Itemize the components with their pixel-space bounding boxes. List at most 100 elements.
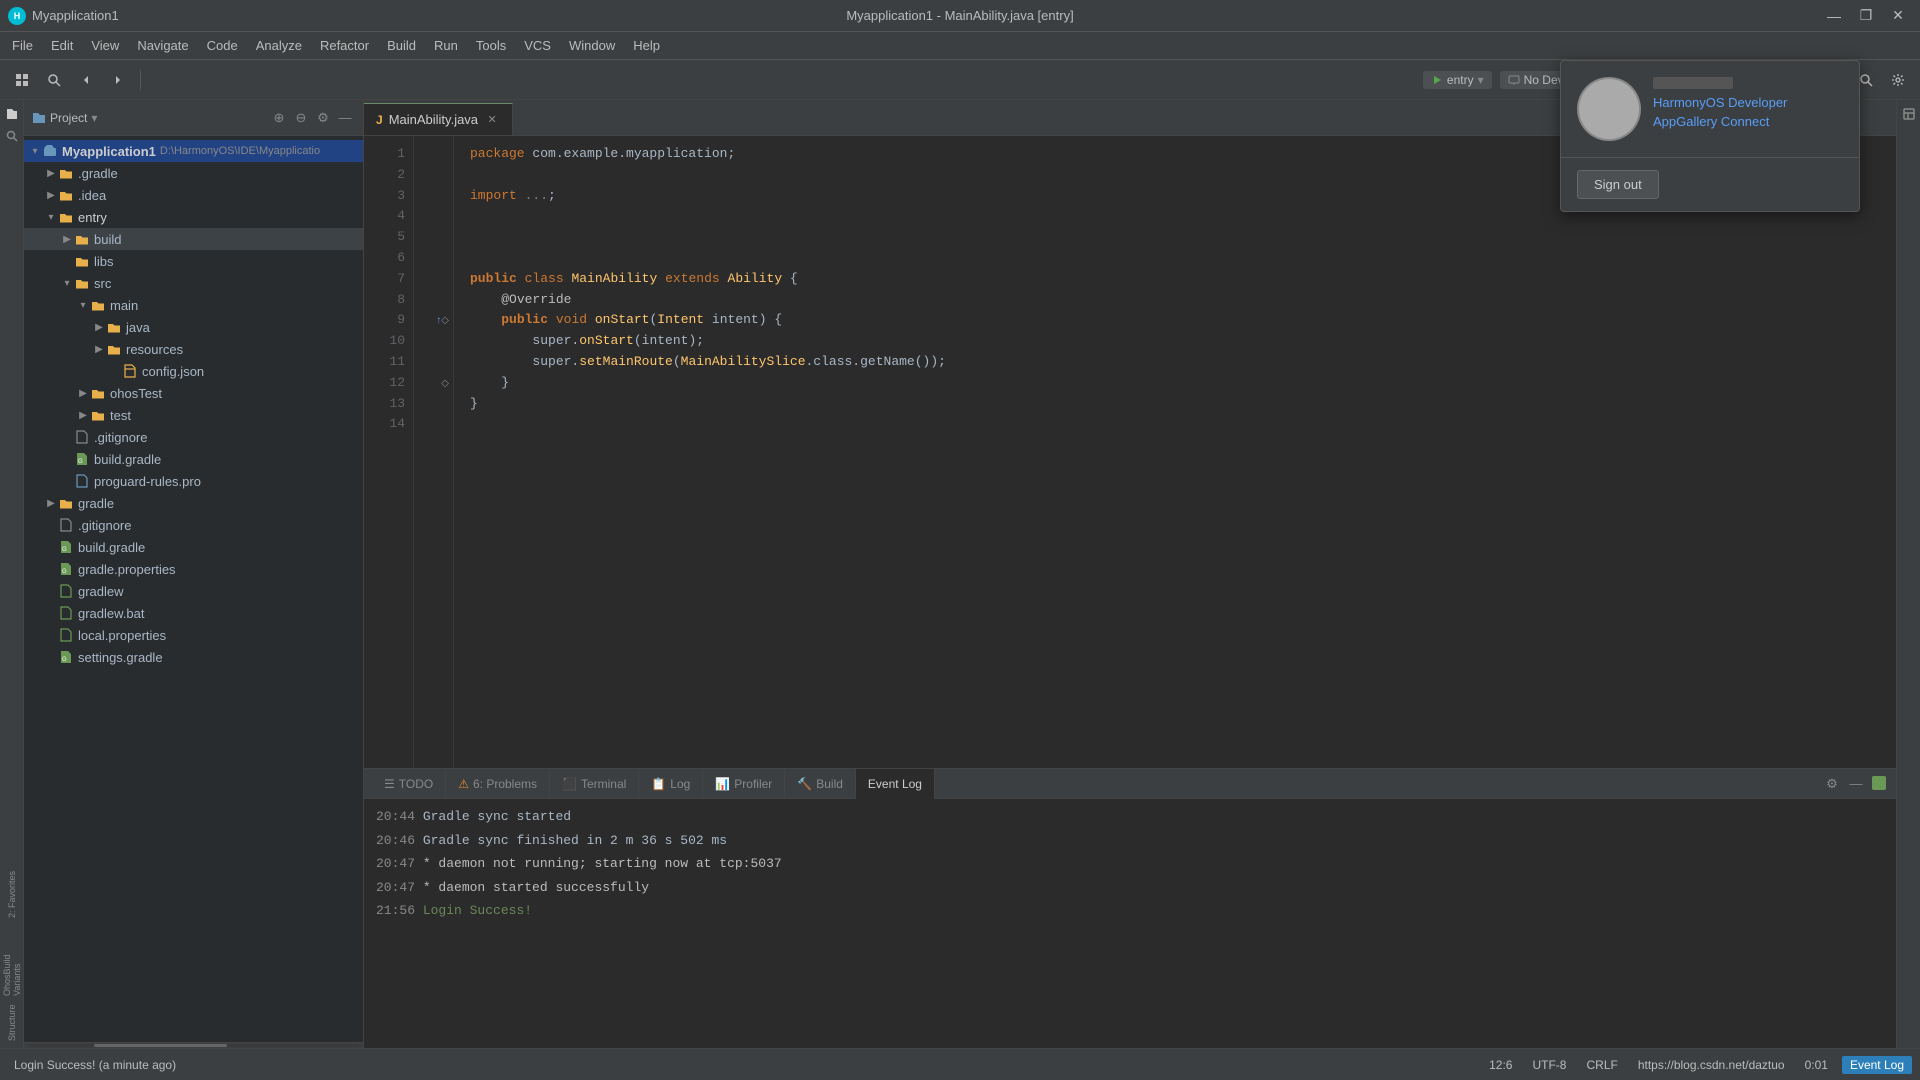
status-login[interactable]: Login Success! (a minute ago): [8, 1056, 182, 1074]
sign-out-button[interactable]: Sign out: [1577, 170, 1659, 199]
code-super-10b: (intent);: [634, 331, 704, 352]
popup-user-info: HarmonyOS Developer AppGallery Connect: [1653, 77, 1843, 129]
sidebar-collapse-btn[interactable]: ⊖: [291, 108, 311, 128]
menu-view[interactable]: View: [83, 34, 127, 57]
status-url[interactable]: https://blog.csdn.net/daztuo: [1632, 1056, 1791, 1074]
tree-item-root[interactable]: ▾ Myapplication1 D:\HarmonyOS\IDE\Myappl…: [24, 140, 363, 162]
menu-analyze[interactable]: Analyze: [248, 34, 310, 57]
status-position[interactable]: 12:6: [1483, 1056, 1518, 1074]
forward-btn[interactable]: [104, 66, 132, 94]
log-entry-1: 20:44 Gradle sync started: [376, 807, 1884, 827]
back-btn[interactable]: [72, 66, 100, 94]
code-brace-close-12: }: [501, 373, 509, 394]
tab-profiler[interactable]: 📊 Profiler: [703, 769, 785, 799]
maximize-button[interactable]: ❐: [1852, 6, 1880, 26]
tree-label-root: Myapplication1: [62, 144, 156, 159]
tree-item-main[interactable]: ▾ main: [24, 294, 363, 316]
folder-icon-resources: [106, 341, 122, 357]
tree-item-gitignore-root[interactable]: ▶ .gitignore: [24, 514, 363, 536]
status-event-log-btn[interactable]: Event Log: [1842, 1056, 1912, 1074]
activity-build[interactable]: OhosBuild Variants: [0, 926, 24, 996]
menu-edit[interactable]: Edit: [43, 34, 81, 57]
activity-fav[interactable]: 2: Favorites: [0, 864, 24, 924]
file-icon-gradlew-bat: [58, 605, 74, 621]
tree-item-local-properties[interactable]: ▶ local.properties: [24, 624, 363, 646]
tree-item-gitignore-entry[interactable]: ▶ .gitignore: [24, 426, 363, 448]
tree-item-libs[interactable]: ▶ libs: [24, 250, 363, 272]
tree-item-config-json[interactable]: ▶ config.json: [24, 360, 363, 382]
status-encoding[interactable]: UTF-8: [1526, 1056, 1572, 1074]
activity-struct[interactable]: Structure: [0, 998, 24, 1048]
menu-code[interactable]: Code: [199, 34, 246, 57]
panel-close-btn[interactable]: —: [1846, 774, 1866, 794]
menu-refactor[interactable]: Refactor: [312, 34, 377, 57]
tree-item-gradle-properties[interactable]: ▶ G gradle.properties: [24, 558, 363, 580]
tree-item-src[interactable]: ▾ src: [24, 272, 363, 294]
tree-item-proguard[interactable]: ▶ proguard-rules.pro: [24, 470, 363, 492]
close-button[interactable]: ✕: [1884, 6, 1912, 26]
tab-log[interactable]: 📋 Log: [639, 769, 703, 799]
tab-eventlog[interactable]: Event Log: [856, 769, 935, 799]
menu-build[interactable]: Build: [379, 34, 424, 57]
tab-problems[interactable]: ⚠ 6: Problems: [446, 769, 550, 799]
tab-terminal[interactable]: ⬛ Terminal: [550, 769, 639, 799]
sidebar-locate-btn[interactable]: ⊕: [269, 108, 289, 128]
panel-settings-btn[interactable]: ⚙: [1822, 774, 1842, 794]
tree-item-ohostest[interactable]: ▶ ohosTest: [24, 382, 363, 404]
tab-build[interactable]: 🔨 Build: [785, 769, 856, 799]
minimize-button[interactable]: —: [1820, 6, 1848, 26]
right-icon-1[interactable]: [1899, 104, 1919, 124]
sidebar-settings-btn[interactable]: ⚙: [313, 108, 333, 128]
svg-text:G: G: [62, 569, 67, 575]
menu-navigate[interactable]: Navigate: [129, 34, 196, 57]
menu-file[interactable]: File: [4, 34, 41, 57]
log-time-5: 21:56: [376, 903, 415, 918]
tree-item-gradlew-bat[interactable]: ▶ gradlew.bat: [24, 602, 363, 624]
keyword-package: package: [470, 144, 525, 165]
status-lineending[interactable]: CRLF: [1580, 1056, 1623, 1074]
tree-item-settings-gradle[interactable]: ▶ G settings.gradle: [24, 646, 363, 668]
activity-project[interactable]: [2, 104, 22, 124]
sidebar-close-btn[interactable]: —: [335, 108, 355, 128]
tree-item-gradle-folder[interactable]: ▶ gradle: [24, 492, 363, 514]
tree-item-entry[interactable]: ▾ entry: [24, 206, 363, 228]
menu-tools[interactable]: Tools: [468, 34, 514, 57]
tree-item-build-gradle-root[interactable]: ▶ G build.gradle: [24, 536, 363, 558]
popup-link-harmonyos[interactable]: HarmonyOS Developer: [1653, 95, 1843, 110]
tree-arrow-main: ▾: [76, 298, 90, 312]
settings-button[interactable]: [1884, 66, 1912, 94]
project-icon-btn[interactable]: [8, 66, 36, 94]
tree-item-gradlew[interactable]: ▶ gradlew: [24, 580, 363, 602]
tab-main-ability[interactable]: J MainAbility.java ✕: [364, 103, 513, 135]
sidebar-title-arrow[interactable]: ▾: [91, 111, 97, 125]
tab-todo[interactable]: ☰ TODO: [372, 769, 446, 799]
tab-close-btn[interactable]: ✕: [484, 112, 500, 128]
log-time-3: 20:47: [376, 856, 415, 871]
code-editor[interactable]: package com.example.myapplication; impor…: [454, 136, 1896, 768]
run-config-selector[interactable]: entry ▾: [1423, 71, 1492, 89]
menu-run[interactable]: Run: [426, 34, 466, 57]
tree-item-gradle-root[interactable]: ▶ .gradle: [24, 162, 363, 184]
menu-vcs[interactable]: VCS: [516, 34, 559, 57]
tree-item-test[interactable]: ▶ test: [24, 404, 363, 426]
code-space2: [564, 269, 572, 290]
popup-avatar: [1577, 77, 1641, 141]
file-icon-gradlew: [58, 583, 74, 599]
window-title: Myapplication1 - MainAbility.java [entry…: [846, 8, 1073, 23]
class-ability: Ability: [728, 269, 783, 290]
activity-search[interactable]: [2, 126, 22, 146]
breakpoint-indicator: ◇: [441, 315, 449, 326]
menu-window[interactable]: Window: [561, 34, 623, 57]
status-error-count[interactable]: 0:01: [1799, 1056, 1834, 1074]
title-bar-left: H Myapplication1: [8, 7, 127, 25]
tree-item-build-gradle-entry[interactable]: ▶ G build.gradle: [24, 448, 363, 470]
tree-item-resources[interactable]: ▶ resources: [24, 338, 363, 360]
tree-item-idea[interactable]: ▶ .idea: [24, 184, 363, 206]
popup-signout-section: Sign out: [1561, 158, 1859, 211]
menu-help[interactable]: Help: [625, 34, 668, 57]
popup-link-appgallery[interactable]: AppGallery Connect: [1653, 114, 1843, 129]
tree-item-java[interactable]: ▶ java: [24, 316, 363, 338]
tree-item-build[interactable]: ▶ build: [24, 228, 363, 250]
tree-arrow-entry: ▾: [44, 210, 58, 224]
search-everywhere-btn[interactable]: [40, 66, 68, 94]
